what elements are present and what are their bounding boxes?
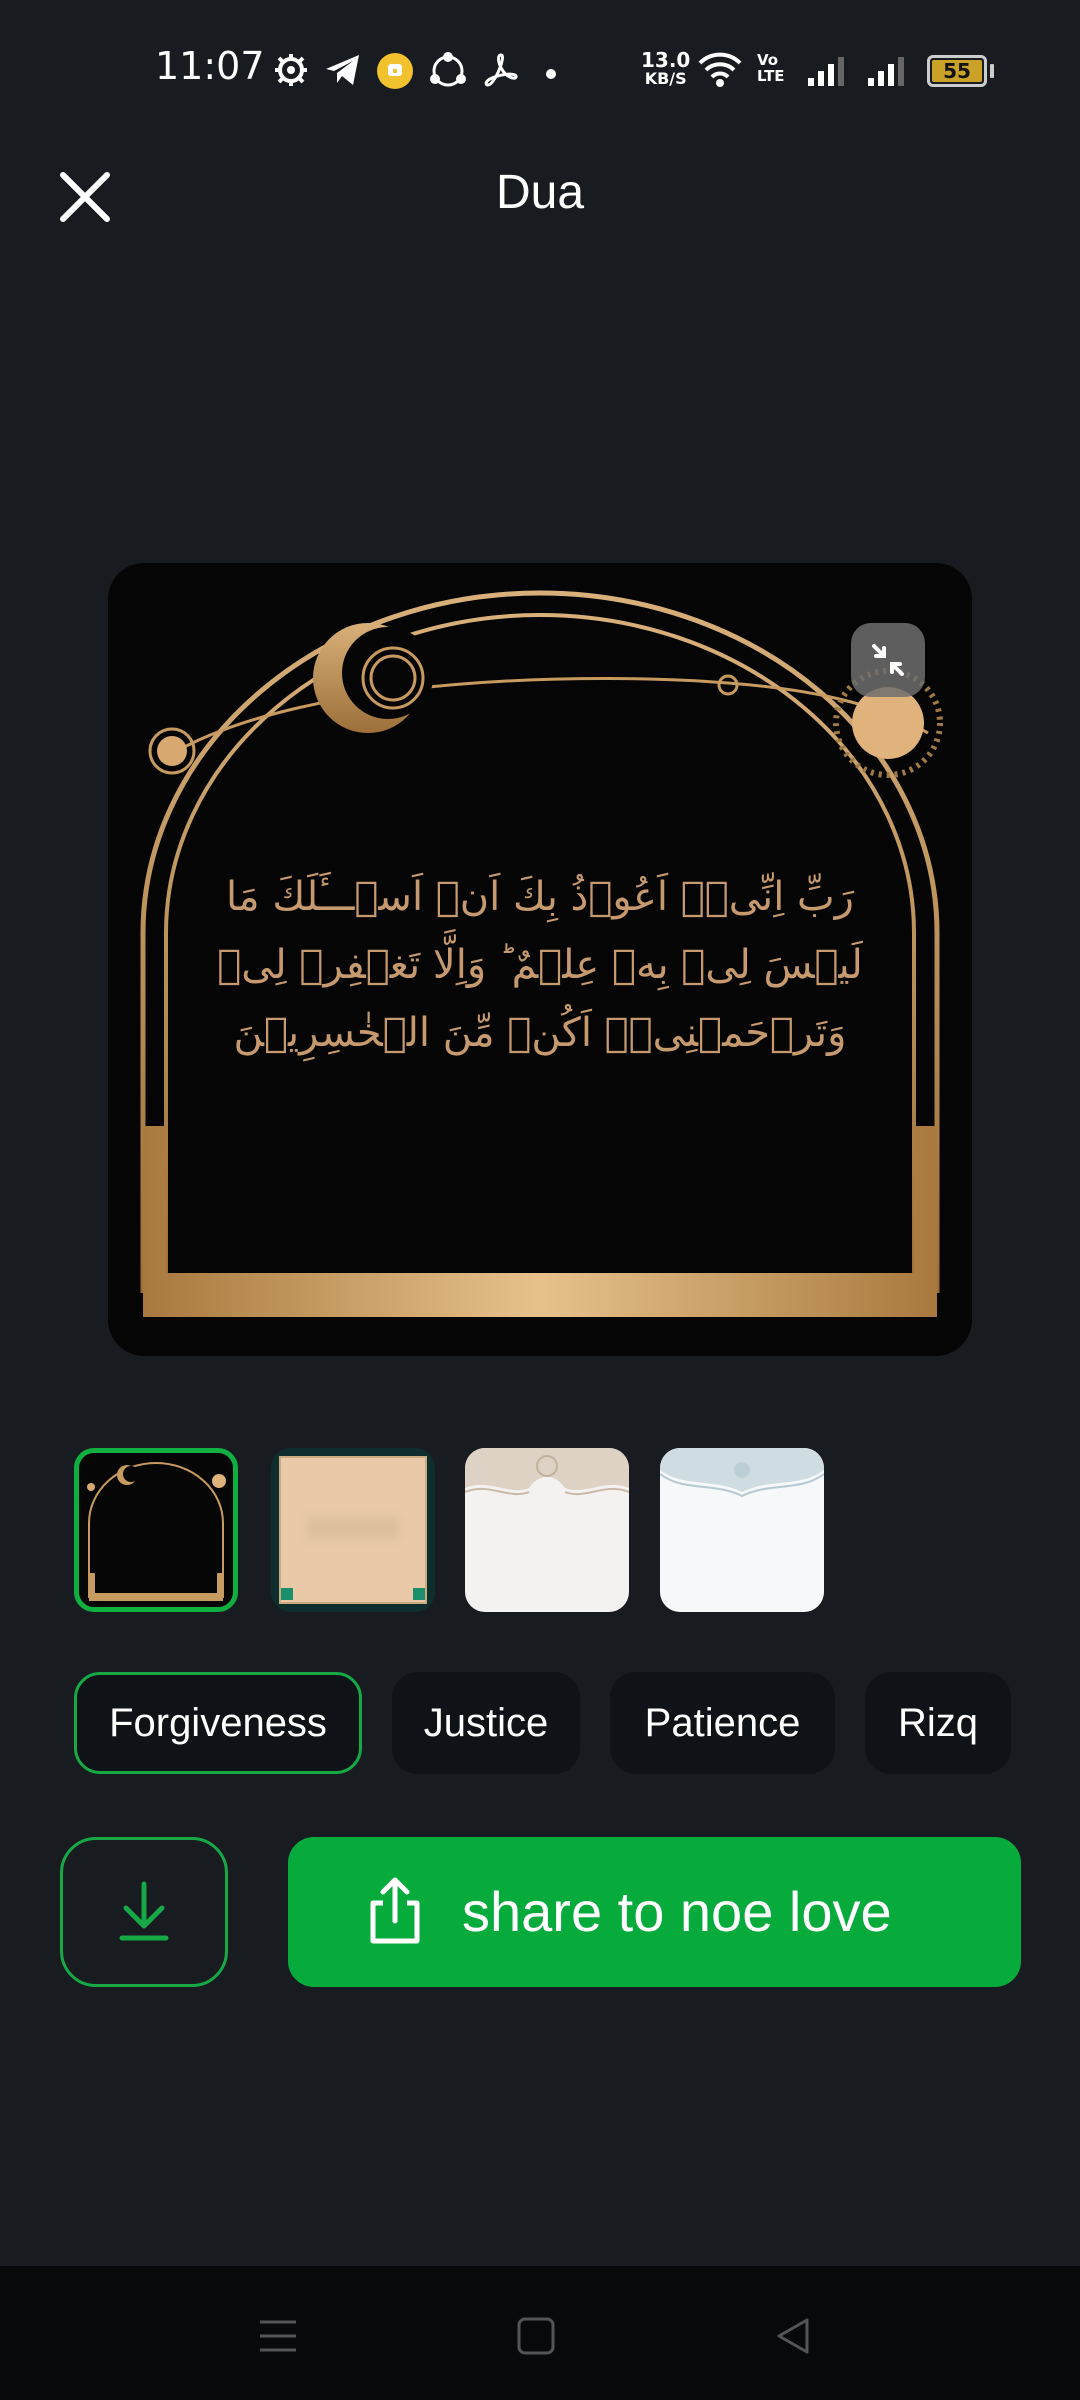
share-button-label: share to noe love xyxy=(462,1880,892,1943)
share-button[interactable]: share to noe love xyxy=(288,1837,1021,1987)
template-thumbnail-white-ornament[interactable] xyxy=(465,1448,629,1612)
dot-icon xyxy=(545,65,557,84)
shareit-icon xyxy=(429,52,467,94)
download-button[interactable] xyxy=(60,1837,228,1987)
telegram-icon xyxy=(324,52,362,92)
battery-icon: 55 xyxy=(927,55,987,87)
collapse-button[interactable] xyxy=(851,623,925,697)
dua-card-preview[interactable]: رَبِّ اِنِّىۡۤ اَعُوۡذُ بِكَ اَنۡ اَسۡــ… xyxy=(108,563,972,1356)
settings-gear-icon xyxy=(273,52,309,92)
share-icon xyxy=(370,1877,420,1944)
signal-2-icon xyxy=(866,54,906,92)
black-gold-template-preview xyxy=(87,1462,226,1601)
volte-icon: Vo LTE xyxy=(757,51,785,85)
menu-lines-icon xyxy=(260,2320,296,2352)
yellow-app-icon xyxy=(376,52,414,94)
home-square-icon xyxy=(517,2317,555,2355)
dua-text: رَبِّ اِنِّىۡۤ اَعُوۡذُ بِكَ اَنۡ اَسۡــ… xyxy=(217,874,863,1056)
category-chip-forgiveness[interactable]: Forgiveness xyxy=(74,1672,362,1774)
status-time: 11:07 xyxy=(155,44,265,88)
network-speed: 13.0 KB/S xyxy=(641,48,691,88)
back-triangle-icon xyxy=(777,2318,809,2354)
template-thumbnail-beige[interactable] xyxy=(271,1448,435,1612)
acrobat-icon xyxy=(482,52,520,92)
wifi-icon xyxy=(697,50,743,92)
collapse-arrows-icon xyxy=(872,644,904,676)
template-thumbnail-black-gold[interactable] xyxy=(74,1448,238,1612)
nav-home-button[interactable] xyxy=(506,2306,566,2366)
page-title: Dua xyxy=(495,166,585,219)
category-chip-patience[interactable]: Patience xyxy=(610,1672,835,1774)
category-chip-rizq[interactable]: Rizq xyxy=(865,1672,1011,1774)
template-thumbnail-white-lace[interactable] xyxy=(660,1448,824,1612)
category-chip-justice[interactable]: Justice xyxy=(392,1672,580,1774)
white-ornament-template-preview xyxy=(465,1448,629,1496)
nav-menu-button[interactable] xyxy=(248,2306,308,2366)
battery-level: 55 xyxy=(943,59,971,83)
status-bar: 11:07 13.0 KB/S Vo LTE 55 xyxy=(0,0,1080,140)
system-navigation-bar xyxy=(0,2266,1080,2400)
nav-back-button[interactable] xyxy=(763,2306,823,2366)
download-icon xyxy=(119,1881,169,1941)
signal-1-icon xyxy=(806,54,846,92)
white-lace-template-preview xyxy=(660,1448,824,1498)
